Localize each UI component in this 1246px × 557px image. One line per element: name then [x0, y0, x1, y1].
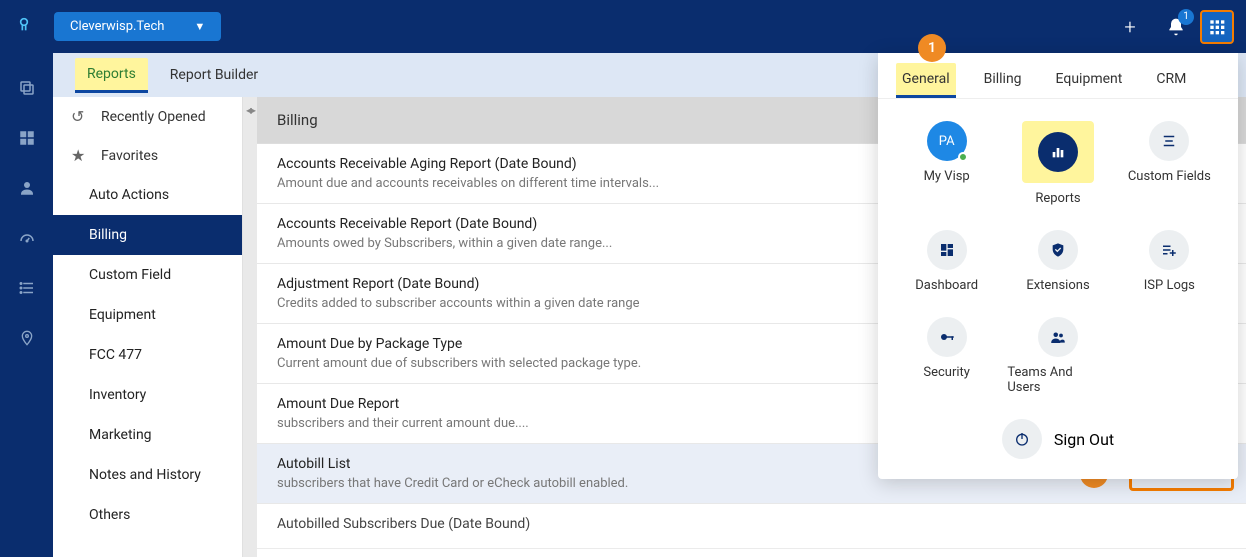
rail-gauge-icon[interactable]: [16, 227, 38, 249]
history-icon: ↺: [71, 107, 87, 126]
tab-report-builder[interactable]: Report Builder: [158, 59, 270, 91]
tab-reports[interactable]: Reports: [75, 58, 148, 93]
sidebar-cat-others[interactable]: Others: [53, 495, 242, 535]
sidebar-favorites[interactable]: ★ Favorites: [53, 136, 242, 175]
sidebar-cat-marketing[interactable]: Marketing: [53, 415, 242, 455]
rail-location-icon[interactable]: [16, 327, 38, 349]
app-dashboard[interactable]: Dashboard: [896, 230, 997, 293]
report-row[interactable]: Autobilled Subscribers Due (Date Bound): [257, 504, 1246, 549]
tenant-selector[interactable]: Cleverwisp.Tech ▼: [54, 12, 221, 41]
sidebar-cat-auto-actions[interactable]: Auto Actions: [53, 175, 242, 215]
list-add-icon: [1149, 230, 1189, 270]
app-label: ISP Logs: [1144, 278, 1195, 293]
app-label: Reports: [1035, 191, 1080, 206]
apps-tab-billing[interactable]: Billing: [978, 63, 1028, 98]
app-isp-logs[interactable]: ISP Logs: [1119, 230, 1220, 293]
app-logo-icon: [12, 15, 36, 39]
power-icon: [1002, 419, 1042, 459]
lines-icon: [1149, 121, 1189, 161]
signout-label: Sign Out: [1054, 430, 1114, 449]
resize-handle[interactable]: ◂▸: [243, 97, 257, 557]
app-my-visp[interactable]: PA My Visp: [896, 121, 997, 206]
app-label: Dashboard: [915, 278, 978, 293]
apps-tab-crm[interactable]: CRM: [1150, 63, 1192, 98]
rail-list-icon[interactable]: [16, 277, 38, 299]
top-header: Cleverwisp.Tech ▼ + 1: [0, 0, 1246, 53]
sidebar-label: Favorites: [101, 148, 158, 164]
tenant-name: Cleverwisp.Tech: [70, 19, 164, 34]
app-sign-out[interactable]: Sign Out: [896, 419, 1220, 465]
apps-popover: General Billing Equipment CRM PA My Visp…: [878, 53, 1238, 479]
notification-badge: 1: [1178, 9, 1194, 25]
sidebar-recently-opened[interactable]: ↺ Recently Opened: [53, 97, 242, 136]
apps-grid: PA My Visp Reports Custom Fields Dashboa…: [878, 99, 1238, 479]
app-teams-users[interactable]: Teams And Users: [1007, 317, 1108, 395]
app-extensions[interactable]: Extensions: [1007, 230, 1108, 293]
app-reports[interactable]: Reports: [1007, 121, 1108, 206]
app-custom-fields[interactable]: Custom Fields: [1119, 121, 1220, 206]
app-label: My Visp: [924, 169, 970, 184]
callout-badge-1: 1: [918, 34, 946, 62]
apps-tab-general[interactable]: General: [896, 63, 956, 98]
avatar-icon: PA: [927, 121, 967, 161]
sidebar-cat-custom-field[interactable]: Custom Field: [53, 255, 242, 295]
sidebar-cat-inventory[interactable]: Inventory: [53, 375, 242, 415]
app-security[interactable]: Security: [896, 317, 997, 395]
sidebar-cat-equipment[interactable]: Equipment: [53, 295, 242, 335]
status-dot-icon: [958, 152, 968, 162]
star-icon: ★: [71, 146, 87, 165]
left-icon-rail: [0, 53, 53, 557]
shield-check-icon: [1038, 230, 1078, 270]
app-label: Teams And Users: [1007, 365, 1108, 395]
apps-tab-equipment[interactable]: Equipment: [1050, 63, 1129, 98]
rail-user-icon[interactable]: [16, 177, 38, 199]
reports-sidebar: ↺ Recently Opened ★ Favorites Auto Actio…: [53, 97, 243, 557]
sidebar-label: Recently Opened: [101, 109, 206, 125]
users-icon: [1038, 317, 1078, 357]
sidebar-cat-billing[interactable]: Billing: [53, 215, 242, 255]
highlight: [1022, 121, 1094, 183]
notifications-button[interactable]: 1: [1160, 11, 1192, 43]
grip-icon: ◂▸: [246, 103, 254, 117]
app-label: Custom Fields: [1128, 169, 1211, 184]
rail-copy-icon[interactable]: [16, 77, 38, 99]
report-title: Autobilled Subscribers Due (Date Bound): [277, 516, 1226, 532]
key-icon: [927, 317, 967, 357]
add-button[interactable]: +: [1114, 11, 1146, 43]
apps-menu-button[interactable]: [1200, 10, 1234, 44]
app-label: Extensions: [1026, 278, 1089, 293]
sidebar-cat-notes[interactable]: Notes and History: [53, 455, 242, 495]
rail-dashboard-icon[interactable]: [16, 127, 38, 149]
app-label: Security: [923, 365, 970, 380]
sidebar-cat-fcc477[interactable]: FCC 477: [53, 335, 242, 375]
chevron-down-icon: ▼: [194, 20, 205, 33]
dashboard-icon: [927, 230, 967, 270]
bar-chart-icon: [1038, 132, 1078, 172]
